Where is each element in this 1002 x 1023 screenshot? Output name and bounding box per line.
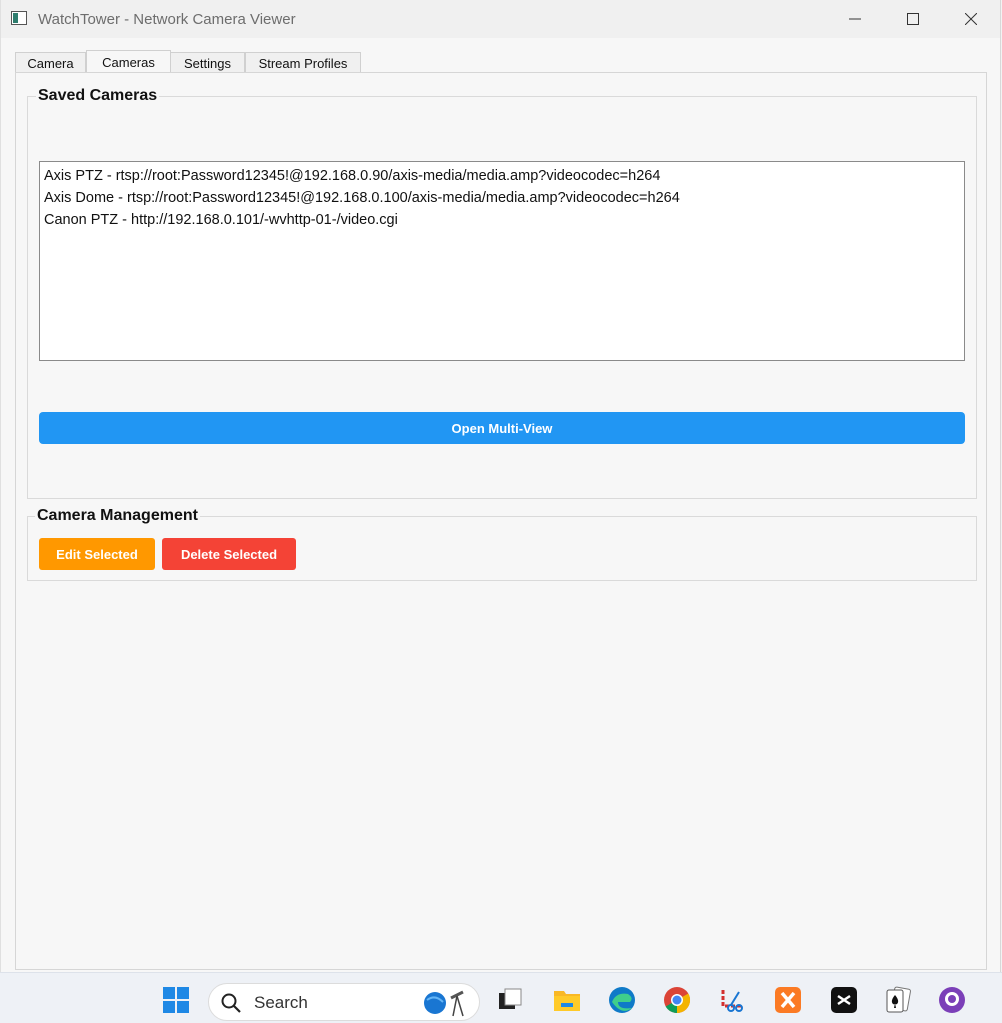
maximize-icon: [907, 13, 919, 25]
saved-cameras-group: Saved Cameras Axis PTZ - rtsp://root:Pas…: [27, 87, 977, 499]
list-item[interactable]: Canon PTZ - http://192.168.0.101/-wvhttp…: [44, 209, 964, 231]
camera-management-group: Camera Management Edit Selected Delete S…: [27, 507, 977, 581]
app-icon: [11, 11, 27, 25]
tab-stream-profiles[interactable]: Stream Profiles: [245, 52, 361, 73]
close-button[interactable]: [943, 2, 999, 36]
file-explorer-icon[interactable]: [553, 986, 581, 1014]
cameras-tab-pane: Saved Cameras Axis PTZ - rtsp://root:Pas…: [15, 72, 987, 970]
tab-cameras[interactable]: Cameras: [86, 50, 171, 74]
search-label: Search: [254, 993, 308, 1012]
minimize-icon: [849, 18, 861, 20]
taskbar-search[interactable]: Search: [208, 983, 480, 1021]
tab-camera[interactable]: Camera: [15, 52, 86, 73]
list-item[interactable]: Axis Dome - rtsp://root:Password12345!@1…: [44, 187, 964, 209]
delete-selected-button[interactable]: Delete Selected: [162, 538, 296, 570]
edge-icon[interactable]: [608, 986, 636, 1014]
github-icon[interactable]: [938, 986, 966, 1014]
telescope-icon: [424, 990, 464, 1017]
maximize-button[interactable]: [885, 2, 941, 36]
chrome-icon[interactable]: [663, 986, 691, 1014]
app-window: WatchTower - Network Camera Viewer Camer…: [0, 0, 1001, 972]
solitaire-icon[interactable]: [884, 986, 912, 1014]
snipping-tool-icon[interactable]: [719, 986, 747, 1014]
window-title: WatchTower - Network Camera Viewer: [38, 11, 296, 28]
title-bar[interactable]: WatchTower - Network Camera Viewer: [1, 0, 1000, 38]
minimize-button[interactable]: [827, 2, 883, 36]
edit-selected-button[interactable]: Edit Selected: [39, 538, 155, 570]
xampp-icon[interactable]: [774, 986, 802, 1014]
taskbar: Search: [0, 972, 1002, 1023]
camera-list[interactable]: Axis PTZ - rtsp://root:Password12345!@19…: [39, 161, 965, 361]
close-icon: [965, 13, 977, 25]
search-icon: [221, 993, 241, 1013]
saved-cameras-title: Saved Cameras: [36, 87, 160, 105]
tab-settings[interactable]: Settings: [170, 52, 245, 73]
open-multi-view-button[interactable]: Open Multi-View: [39, 412, 965, 444]
list-item[interactable]: Axis PTZ - rtsp://root:Password12345!@19…: [44, 165, 964, 187]
capcut-icon[interactable]: [830, 986, 858, 1014]
camera-management-title: Camera Management: [35, 507, 200, 525]
windows-start-icon[interactable]: [162, 986, 190, 1014]
task-view-icon[interactable]: [496, 986, 524, 1014]
